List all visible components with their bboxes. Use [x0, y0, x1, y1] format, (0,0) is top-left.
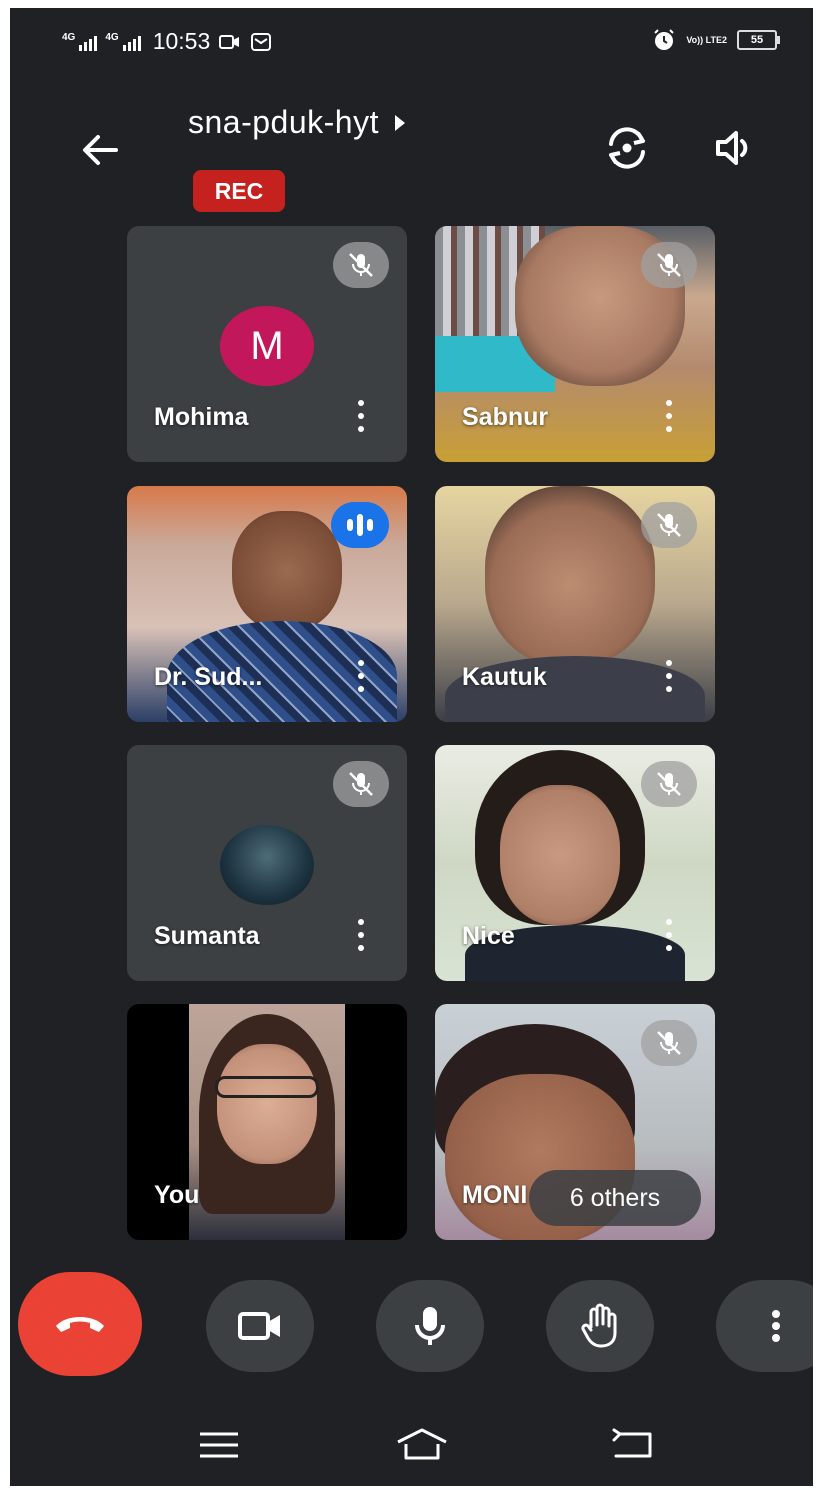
self-video-feed [189, 1004, 345, 1240]
recording-badge: REC [193, 170, 285, 212]
glasses [215, 1076, 319, 1098]
speaking-indicator-icon [331, 502, 389, 548]
battery-icon: 55 [737, 30, 780, 50]
more-vert-icon[interactable] [663, 660, 673, 692]
participant-name: Sumanta [154, 922, 260, 950]
speaker-icon[interactable] [710, 124, 758, 172]
microphone-button[interactable] [376, 1280, 484, 1372]
participant-tile-mohima[interactable]: M Mohima [127, 226, 407, 462]
mic-off-icon [641, 242, 697, 288]
camera-button[interactable] [206, 1280, 314, 1372]
back-arrow-icon[interactable] [76, 126, 124, 174]
system-nav-bar [10, 1408, 813, 1486]
videocam-icon [238, 1312, 280, 1340]
alarm-icon [654, 29, 675, 50]
switch-camera-icon[interactable] [602, 124, 652, 172]
mic-off-icon [641, 1020, 697, 1066]
mic-icon [415, 1307, 445, 1345]
volte-indicator: Vo)) LTE2 [686, 34, 727, 45]
video-feed-face [500, 785, 620, 925]
video-feed-face [232, 511, 342, 631]
mic-off-icon [641, 502, 697, 548]
participant-tile-moni[interactable]: MONI 6 others [435, 1004, 715, 1240]
participant-name: You [154, 1181, 200, 1209]
participant-name: Mohima [154, 403, 249, 431]
others-chip[interactable]: 6 others [529, 1170, 701, 1226]
more-vert-icon[interactable] [663, 919, 673, 951]
participant-tile-you[interactable]: You [127, 1004, 407, 1240]
video-feed-face [485, 486, 655, 666]
participant-name: Sabnur [462, 403, 549, 431]
raise-hand-button[interactable] [546, 1280, 654, 1372]
menu-icon[interactable] [198, 1430, 240, 1460]
more-vert-icon[interactable] [355, 660, 365, 692]
meeting-title[interactable]: sna-pduk-hyt [188, 104, 407, 141]
signal-icon-2: 4G [105, 32, 141, 51]
video-notification-icon [219, 34, 240, 49]
more-vert-icon[interactable] [355, 400, 365, 432]
participant-tile-dr-sud[interactable]: Dr. Sud... [127, 486, 407, 722]
meeting-code: sna-pduk-hyt [188, 104, 379, 140]
participant-name: MONI [462, 1181, 528, 1209]
more-vert-icon[interactable] [663, 400, 673, 432]
hang-up-button[interactable] [18, 1272, 142, 1376]
more-options-button[interactable] [716, 1280, 813, 1372]
signal-icon-1: 4G [62, 32, 98, 51]
hand-icon [581, 1303, 617, 1348]
more-vert-icon [772, 1310, 780, 1342]
participant-name: Kautuk [462, 663, 547, 691]
caret-right-icon [394, 114, 405, 131]
mic-off-icon [333, 761, 389, 807]
home-icon[interactable] [394, 1426, 450, 1462]
video-feed-face [217, 1044, 317, 1164]
participant-name: Nice [462, 922, 515, 950]
participant-tile-nice[interactable]: Nice [435, 745, 715, 981]
avatar: M [220, 306, 314, 386]
phone-hangup-icon [56, 1317, 104, 1332]
mic-off-icon [641, 761, 697, 807]
participant-tile-sumanta[interactable]: Sumanta [127, 745, 407, 981]
participant-tile-kautuk[interactable]: Kautuk [435, 486, 715, 722]
more-vert-icon[interactable] [355, 919, 365, 951]
back-nav-icon[interactable] [610, 1428, 654, 1460]
participant-tile-sabnur[interactable]: Sabnur [435, 226, 715, 462]
status-bar: 4G 4G 10:53 Vo)) LTE2 55 [10, 8, 813, 68]
participant-name: Dr. Sud... [154, 663, 263, 691]
mic-off-icon [333, 242, 389, 288]
status-time: 10:53 [152, 28, 211, 54]
avatar [220, 825, 314, 905]
message-notification-icon [251, 32, 272, 51]
phone-screen: 4G 4G 10:53 Vo)) LTE2 55 sna-pduk-hyt RE… [10, 8, 813, 1486]
